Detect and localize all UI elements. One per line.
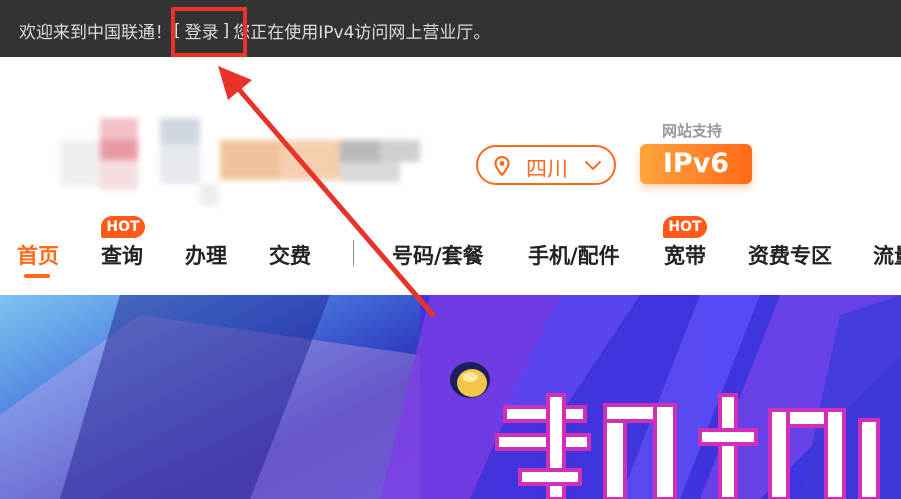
annotation-arrow [218, 66, 436, 318]
